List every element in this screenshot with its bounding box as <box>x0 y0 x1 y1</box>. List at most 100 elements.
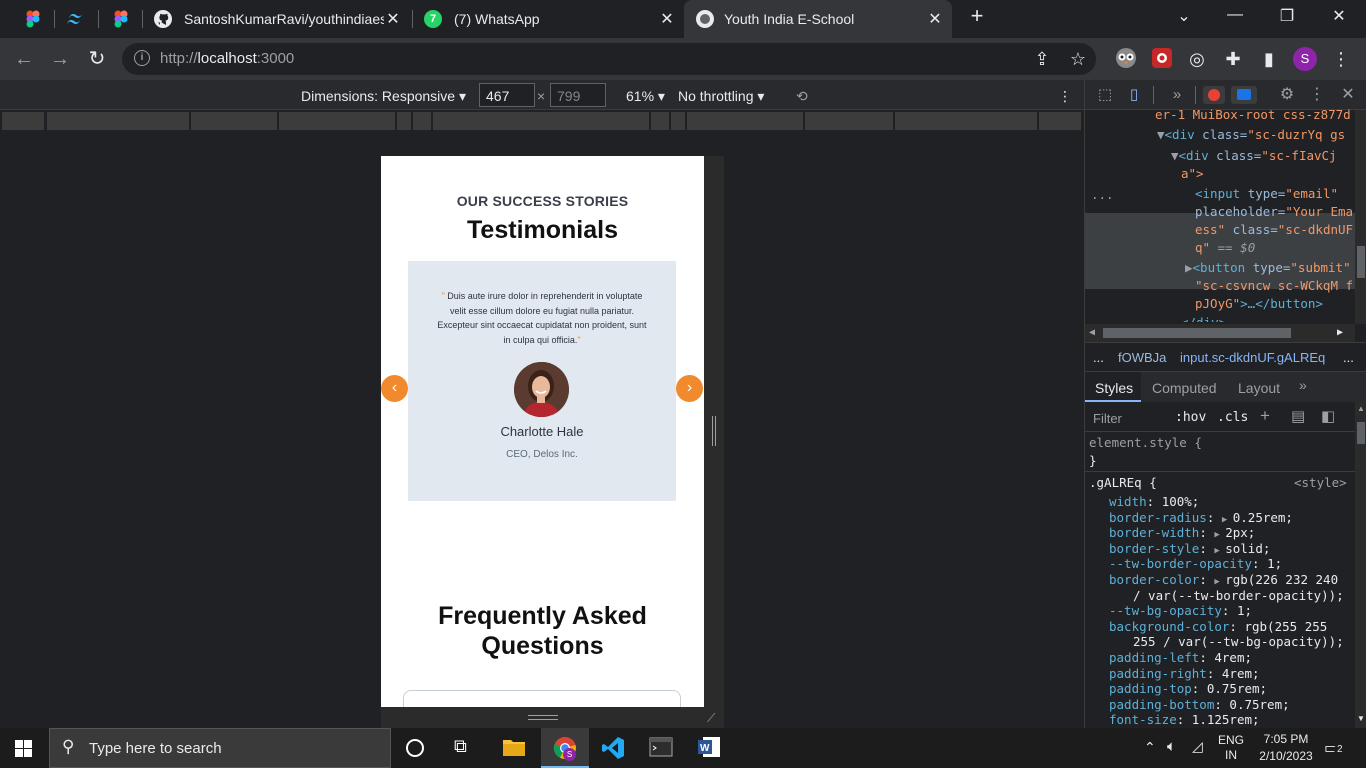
inspect-icon[interactable]: ⬚ <box>1093 83 1117 107</box>
width-input[interactable]: 467 <box>479 83 535 107</box>
resize-handle-right[interactable] <box>704 156 724 707</box>
forward-icon[interactable]: → <box>48 47 72 71</box>
file-explorer-icon[interactable] <box>502 736 526 760</box>
css-declaration[interactable]: 255 / var(--tw-bg-opacity)); <box>1133 634 1344 649</box>
css-declaration[interactable]: font-size: 1.125rem; <box>1109 712 1260 727</box>
css-declaration[interactable]: padding-left: 4rem; <box>1109 650 1252 665</box>
height-input[interactable]: 799 <box>550 83 606 107</box>
word-icon[interactable]: W <box>697 736 721 760</box>
messages-badge[interactable] <box>1231 86 1257 104</box>
tab-title: (7) WhatsApp <box>454 11 540 27</box>
info-icon[interactable]: i <box>134 50 150 66</box>
notification-icon[interactable]: ▭ 2 <box>1324 738 1346 758</box>
tab-layout[interactable]: Layout <box>1238 380 1280 396</box>
tailwind-icon[interactable] <box>66 10 84 28</box>
styles-pane[interactable]: element.style { } .gALREq { <style> widt… <box>1085 432 1355 728</box>
css-declaration[interactable]: --tw-bg-opacity: 1; <box>1109 603 1252 618</box>
breadcrumb-more[interactable]: ... <box>1343 350 1354 365</box>
breadcrumb-dots[interactable]: ... <box>1093 350 1104 365</box>
new-rule-icon[interactable]: + <box>1260 406 1270 426</box>
errors-badge[interactable] <box>1203 86 1225 104</box>
extension-red-icon[interactable] <box>1150 47 1174 71</box>
side-panel-icon[interactable]: ▮ <box>1257 47 1281 71</box>
css-declaration[interactable]: / var(--tw-border-opacity)); <box>1133 588 1344 603</box>
filter-input[interactable]: Filter <box>1093 411 1122 426</box>
tab-youth-india[interactable]: Youth India E-School ✕ <box>684 0 952 38</box>
faq-item[interactable] <box>403 690 681 707</box>
terminal-icon[interactable] <box>649 736 673 760</box>
css-declaration[interactable]: --tw-border-opacity: 1; <box>1109 556 1282 571</box>
css-declaration[interactable]: padding-bottom: 0.75rem; <box>1109 697 1290 712</box>
more-options-icon[interactable]: ⋮ <box>1058 88 1072 105</box>
new-tab-button[interactable]: + <box>954 3 1000 29</box>
testimonial-name: Charlotte Hale <box>500 424 584 439</box>
next-arrow-button[interactable]: › <box>676 375 703 402</box>
breadcrumb-item-active[interactable]: input.sc-dkdnUF.gALREq <box>1180 350 1325 365</box>
windows-start-icon[interactable] <box>15 740 32 757</box>
address-bar[interactable]: i http://localhost:3000 ⇪ ☆ <box>122 43 1096 75</box>
restore-icon[interactable]: ❐ <box>1264 6 1310 26</box>
zoom-select[interactable]: 61% ▾ <box>626 88 665 105</box>
target-icon[interactable]: ◎ <box>1185 47 1209 71</box>
breadcrumb-item[interactable]: fOWBJa <box>1118 350 1166 365</box>
hov-toggle[interactable]: :hov <box>1175 410 1206 425</box>
elements-h-scrollbar[interactable]: ◀ ▶ <box>1085 324 1355 342</box>
reload-icon[interactable]: ↻ <box>85 47 109 71</box>
profile-avatar[interactable]: S <box>1293 47 1317 71</box>
extension-owl-icon[interactable] <box>1114 47 1138 71</box>
styles-tabs: Styles Computed Layout » <box>1085 372 1366 402</box>
close-window-icon[interactable]: ✕ <box>1316 6 1362 26</box>
settings-gear-icon[interactable]: ⚙ <box>1275 83 1299 107</box>
media-query-bar[interactable] <box>0 110 1084 132</box>
cortana-icon[interactable] <box>406 739 424 757</box>
language-indicator[interactable]: ENG IN <box>1218 733 1244 763</box>
extensions-puzzle-icon[interactable]: ✚ <box>1221 47 1245 71</box>
kebab-menu-icon[interactable]: ⋮ <box>1305 83 1329 107</box>
close-icon[interactable]: ✕ <box>384 9 402 29</box>
resize-handle-bottom[interactable]: ⟋ <box>381 707 724 728</box>
vscode-icon[interactable] <box>601 736 625 760</box>
dimensions-select[interactable]: Dimensions: Responsive ▾ <box>301 88 466 105</box>
css-declaration[interactable]: padding-right: 4rem; <box>1109 666 1260 681</box>
minimize-icon[interactable]: — <box>1212 6 1258 24</box>
sidebar-toggle-icon[interactable]: ◧ <box>1321 407 1335 425</box>
elements-tree[interactable]: ... er-1 MuiBox-root css-z877d ▼<div cla… <box>1085 107 1366 342</box>
task-view-icon[interactable]: ⧉ <box>454 736 478 760</box>
paint-icon[interactable]: ▤ <box>1291 407 1305 425</box>
clock[interactable]: 7:05 PM 2/10/2023 <box>1256 731 1316 765</box>
tab-computed[interactable]: Computed <box>1152 380 1217 396</box>
back-icon[interactable]: ← <box>12 47 36 71</box>
url-text[interactable]: http://localhost:3000 <box>160 50 294 67</box>
tab-search-icon[interactable]: ⌄ <box>1161 6 1207 26</box>
devtools-panel: ⬚ ▯ » ⚙ ⋮ ✕ ... er-1 MuiBox-root css-z87… <box>1084 80 1366 728</box>
css-declaration[interactable]: padding-top: 0.75rem; <box>1109 681 1267 696</box>
device-toggle-icon[interactable]: ▯ <box>1122 83 1146 107</box>
prev-arrow-button[interactable]: ‹ <box>381 375 408 402</box>
tab-whatsapp[interactable]: 7 (7) WhatsApp ✕ <box>414 0 684 38</box>
tab-github[interactable]: SantoshKumarRavi/youthindiaes ✕ <box>144 0 410 38</box>
share-icon[interactable]: ⇪ <box>1030 47 1054 71</box>
figma-icon[interactable] <box>112 10 130 28</box>
css-declaration[interactable]: width: 100%; <box>1109 494 1199 509</box>
tab-styles[interactable]: Styles <box>1085 372 1141 402</box>
more-tabs-icon[interactable]: » <box>1299 377 1307 393</box>
elements-scrollbar[interactable] <box>1355 110 1366 324</box>
close-devtools-icon[interactable]: ✕ <box>1336 83 1360 107</box>
close-icon[interactable]: ✕ <box>926 9 944 29</box>
taskbar-search[interactable]: ⚲ Type here to search <box>49 728 391 768</box>
css-declaration[interactable]: background-color: rgb(255 255 <box>1109 619 1327 634</box>
throttle-select[interactable]: No throttling ▾ <box>678 88 764 105</box>
bookmark-star-icon[interactable]: ☆ <box>1066 47 1090 71</box>
styles-scrollbar[interactable]: ▲ ▼ <box>1355 402 1366 728</box>
close-icon[interactable]: ✕ <box>658 9 676 29</box>
more-tabs-icon[interactable]: » <box>1165 83 1189 107</box>
menu-icon[interactable]: ⋮ <box>1329 47 1353 71</box>
cls-toggle[interactable]: .cls <box>1217 410 1248 425</box>
show-hidden-icons[interactable]: ⌃ <box>1144 739 1156 756</box>
volume-icon[interactable]: 🔈︎ <box>1167 738 1176 755</box>
rotate-icon[interactable]: ⟲ <box>796 88 808 105</box>
chrome-taskbar-active[interactable]: S <box>541 728 589 768</box>
figma-icon[interactable] <box>24 10 42 28</box>
network-icon[interactable]: ◿ <box>1192 738 1203 755</box>
resize-corner-icon[interactable]: ⟋ <box>707 711 715 726</box>
